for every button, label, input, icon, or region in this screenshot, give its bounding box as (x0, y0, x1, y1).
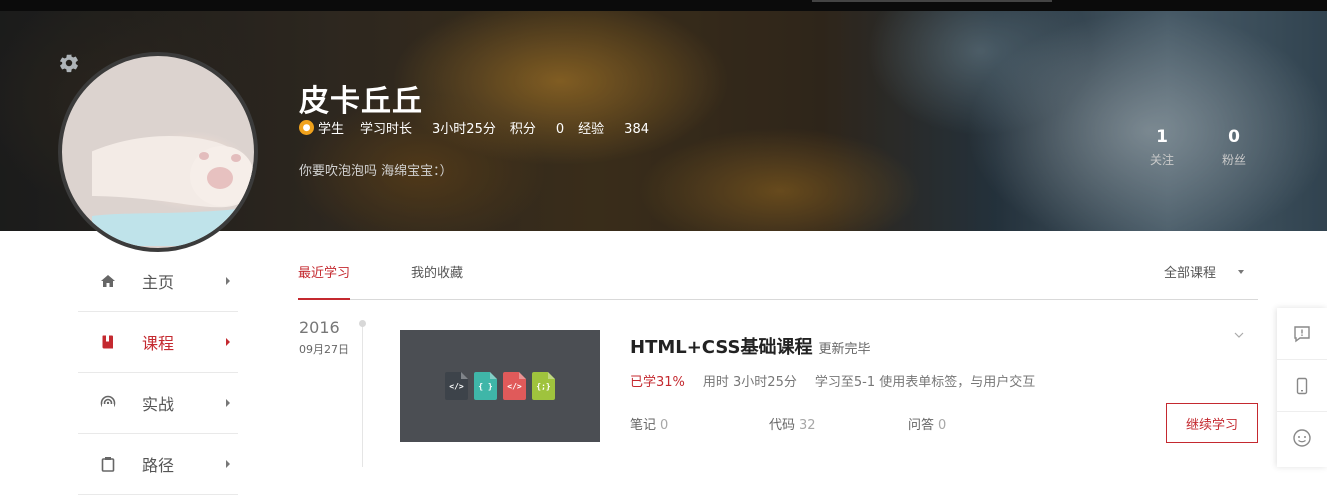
sidebar-nav: 主页 课程 实战 路径 (78, 251, 238, 495)
sidebar-item-label: 路径 (142, 456, 175, 475)
username: 皮卡丘丘 (299, 84, 423, 119)
practice-icon (100, 395, 116, 411)
course-tabs: 最近学习 我的收藏 全部课程 (298, 251, 1258, 300)
course-progress-row: 已学31% 用时 3小时25分 学习至5-1 使用表单标签，与用户交互 (630, 371, 1035, 390)
avatar[interactable] (58, 52, 258, 252)
timeline-dot (359, 320, 366, 327)
code-count[interactable]: 代码 32 (769, 414, 816, 433)
feedback-icon (1294, 325, 1310, 342)
sidebar-item-label: 主页 (142, 273, 175, 292)
timeline-year: 2016 (299, 318, 340, 337)
home-icon (101, 275, 115, 287)
floating-toolbar (1277, 308, 1327, 467)
course-filter-dropdown[interactable]: 全部课程 (1164, 262, 1244, 281)
sidebar-item-path[interactable]: 路径 (78, 434, 238, 495)
student-badge-icon: ● (299, 120, 314, 135)
sidebar-item-home[interactable]: 主页 (78, 251, 238, 312)
chevron-right-icon (226, 338, 230, 346)
user-meta: ● 学生 学习时长 3小时25分 积分 0 经验 384 (299, 118, 663, 137)
chat-icon (1293, 429, 1311, 447)
tab-recent[interactable]: 最近学习 (298, 262, 351, 300)
avatar-image (92, 136, 254, 246)
course-status: 更新完毕 (818, 342, 871, 357)
feedback-button[interactable] (1277, 308, 1327, 360)
continue-learning-button[interactable]: 继续学习 (1166, 403, 1258, 443)
fans-stat[interactable]: 0 粉丝 (1204, 127, 1264, 168)
sidebar-item-label: 实战 (142, 395, 175, 414)
sidebar-item-label: 课程 (142, 334, 175, 353)
progress-percent: 已学31% (630, 375, 685, 390)
points: 积分 0 (509, 122, 565, 137)
user-signature: 你要吹泡泡吗 海绵宝宝：） (299, 164, 453, 179)
top-nav-strip (0, 0, 1327, 11)
follow-label: 关注 (1149, 153, 1174, 167)
sidebar-item-practice[interactable]: 实战 (78, 373, 238, 434)
course-title[interactable]: HTML+CSS基础课程 (630, 333, 812, 359)
path-icon (101, 457, 115, 472)
qa-count[interactable]: 问答 0 (908, 414, 946, 433)
css-file-icon: { } (474, 372, 497, 400)
study-time: 学习时长 3小时25分 (360, 122, 496, 137)
gear-icon[interactable] (58, 52, 80, 74)
chat-button[interactable] (1277, 412, 1327, 464)
tab-favorites[interactable]: 我的收藏 (411, 262, 463, 300)
follow-count: 1 (1156, 127, 1168, 147)
fans-label: 粉丝 (1221, 153, 1246, 167)
course-filter-label: 全部课程 (1163, 266, 1216, 281)
sidebar-item-courses[interactable]: 课程 (78, 312, 238, 373)
course-thumbnail[interactable]: </> { } </> {;} (400, 330, 600, 442)
notes-count[interactable]: 笔记 0 (630, 414, 668, 433)
chevron-right-icon (226, 399, 230, 407)
chevron-right-icon (226, 277, 230, 285)
mobile-icon (1296, 377, 1308, 394)
fans-count: 0 (1228, 127, 1240, 147)
timeline-date: 09月27日 (299, 343, 349, 356)
timeline-line (362, 324, 363, 467)
js-file-icon: {;} (532, 372, 555, 400)
chevron-down-icon[interactable] (1234, 330, 1244, 340)
code-file-icon: </> (445, 372, 468, 400)
experience: 经验 384 (578, 122, 649, 137)
role-label: 学生 (318, 122, 345, 137)
html-file-icon: </> (503, 372, 526, 400)
caret-down-icon (1238, 269, 1244, 274)
follow-stat[interactable]: 1 关注 (1132, 127, 1192, 168)
mobile-app-button[interactable] (1277, 360, 1327, 412)
book-icon (102, 335, 113, 349)
last-lesson[interactable]: 学习至5-1 使用表单标签，与用户交互 (815, 371, 1035, 390)
time-spent: 用时 3小时25分 (702, 375, 797, 390)
course-title-row: HTML+CSS基础课程 更新完毕 (630, 333, 871, 359)
